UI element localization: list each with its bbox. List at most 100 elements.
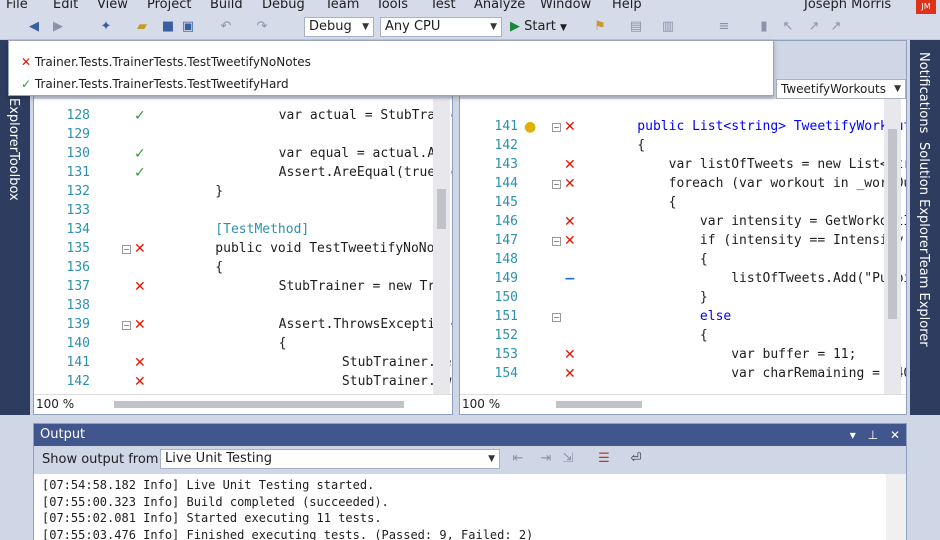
- failed-icon[interactable]: ✕: [564, 214, 576, 230]
- code-line[interactable]: 136 {: [34, 260, 452, 279]
- failed-icon[interactable]: ✕: [134, 241, 146, 257]
- hscroll-thumb[interactable]: [556, 401, 642, 408]
- code-line[interactable]: 153 ✕ var buffer = 11;: [460, 347, 906, 366]
- code-line[interactable]: 146 ✕ var intensity = GetWorkoutIn: [460, 214, 906, 233]
- next-bookmark-icon[interactable]: ↗: [806, 19, 822, 35]
- code-line[interactable]: 141 ✕ StubTrainer.Register: [34, 355, 452, 374]
- code-line[interactable]: 147 − ✕ if (intensity == Intensity.E: [460, 233, 906, 252]
- code-line[interactable]: 134 [TestMethod]: [34, 222, 452, 241]
- code-line[interactable]: 128 ✓ var actual = StubTrainer: [34, 108, 452, 127]
- code-line[interactable]: 129: [34, 127, 452, 146]
- collapse-icon[interactable]: −: [122, 321, 131, 330]
- failed-icon[interactable]: ✕: [564, 176, 576, 192]
- toolbox-tab[interactable]: Toolbox: [6, 152, 21, 201]
- code-line[interactable]: 132 }: [34, 184, 452, 203]
- code-line[interactable]: 137 ✕ StubTrainer = new Traine: [34, 279, 452, 298]
- save-icon[interactable]: ■: [160, 19, 176, 35]
- menu-project[interactable]: Project: [147, 0, 191, 12]
- editor-right-vscrollbar[interactable]: [884, 99, 901, 396]
- collapse-icon[interactable]: −: [552, 180, 561, 189]
- menu-test[interactable]: Test: [430, 0, 456, 12]
- code-line[interactable]: 130 ✓ var equal = actual.All(:: [34, 146, 452, 165]
- next-message-icon[interactable]: ⇥: [538, 451, 554, 467]
- clear-bookmark-icon[interactable]: ↗: [828, 19, 844, 35]
- failed-icon[interactable]: ✕: [564, 119, 576, 135]
- code-line[interactable]: 154 ✕ var charRemaining = 140: [460, 366, 906, 385]
- platform-combo[interactable]: Any CPU ▼: [380, 17, 502, 37]
- layout-icon[interactable]: ▤: [628, 19, 644, 35]
- menu-build[interactable]: Build: [210, 0, 243, 12]
- redo-icon[interactable]: ↷: [254, 19, 270, 35]
- prev-message-icon[interactable]: ⇤: [510, 451, 526, 467]
- menu-edit[interactable]: Edit: [53, 0, 78, 12]
- word-wrap-icon[interactable]: ⏎: [628, 451, 644, 467]
- code-line[interactable]: 151 − else: [460, 309, 906, 328]
- bookmark-icon[interactable]: ▮: [756, 19, 772, 35]
- find-message-icon[interactable]: ⇲: [560, 451, 576, 467]
- prev-bookmark-icon[interactable]: ↖: [780, 19, 796, 35]
- notifications-tab[interactable]: Notifications: [916, 52, 931, 133]
- account-name[interactable]: Joseph Morris: [804, 0, 891, 12]
- code-line[interactable]: 150 }: [460, 290, 906, 309]
- team-explorer-tab[interactable]: Team Explorer: [916, 254, 931, 347]
- collapse-icon[interactable]: −: [552, 123, 561, 132]
- test-result-item[interactable]: ✕ Trainer.Tests.TrainerTests.TestTweetif…: [21, 55, 311, 69]
- code-line[interactable]: 152 {: [460, 328, 906, 347]
- failed-icon[interactable]: ✕: [564, 366, 576, 382]
- code-line[interactable]: 139 − ✕ Assert.ThrowsException</: [34, 317, 452, 336]
- zoom-level[interactable]: 100 %: [462, 397, 500, 411]
- save-all-icon[interactable]: ▣: [180, 19, 196, 35]
- panel-icon[interactable]: ▥: [660, 19, 676, 35]
- code-line[interactable]: 149 − listOfTweets.Add("Pumpir: [460, 271, 906, 290]
- test-result-item[interactable]: ✓ Trainer.Tests.TrainerTests.TestTweetif…: [21, 77, 289, 91]
- pin-icon[interactable]: ⊥: [868, 428, 878, 442]
- output-text[interactable]: [07:54:58.182 Info] Live Unit Testing st…: [34, 474, 888, 540]
- avatar[interactable]: JM: [916, 0, 936, 14]
- not-covered-icon[interactable]: −: [564, 271, 576, 287]
- code-line[interactable]: 141 ● − ✕ public List<string> TweetifyWo…: [460, 119, 906, 138]
- forward-icon[interactable]: ▶: [50, 19, 66, 35]
- menu-debug[interactable]: Debug: [262, 0, 305, 12]
- code-line[interactable]: 143 ✕ var listOfTweets = new List<stri: [460, 157, 906, 176]
- collapse-icon[interactable]: −: [552, 237, 561, 246]
- menu-tools[interactable]: Tools: [376, 0, 408, 12]
- menu-help[interactable]: Help: [612, 0, 642, 12]
- scroll-thumb[interactable]: [437, 189, 446, 229]
- code-line[interactable]: 145 {: [460, 195, 906, 214]
- clear-all-icon[interactable]: ☰: [596, 451, 612, 467]
- editor-right[interactable]: TweetifyWorkouts ▼ 141 ● − ✕ public List…: [459, 40, 907, 415]
- back-icon[interactable]: ◀: [26, 19, 42, 35]
- failed-icon[interactable]: ✕: [134, 374, 146, 390]
- menu-analyze[interactable]: Analyze: [474, 0, 525, 12]
- close-icon[interactable]: ✕: [890, 428, 900, 442]
- failed-icon[interactable]: ✕: [134, 279, 146, 295]
- editor-left[interactable]: 128 ✓ var actual = StubTrainer 129 130 ✓…: [33, 40, 453, 415]
- scroll-thumb[interactable]: [888, 129, 897, 319]
- editor-left-vscrollbar[interactable]: [433, 99, 450, 396]
- menu-view[interactable]: View: [97, 0, 128, 12]
- collapse-icon[interactable]: −: [552, 313, 561, 322]
- explorer-tab[interactable]: Explorer: [6, 98, 21, 152]
- code-line[interactable]: 144 − ✕ foreach (var workout in _workOut: [460, 176, 906, 195]
- new-project-icon[interactable]: ✦: [98, 19, 114, 35]
- find-icon[interactable]: ⚑: [592, 19, 608, 35]
- code-line[interactable]: 148 {: [460, 252, 906, 271]
- undo-icon[interactable]: ↶: [218, 19, 234, 35]
- failed-icon[interactable]: ✕: [564, 157, 576, 173]
- code-line[interactable]: 142 ✕ StubTrainer.Tweetify: [34, 374, 452, 393]
- failed-icon[interactable]: ✕: [564, 233, 576, 249]
- collapse-icon[interactable]: −: [122, 245, 131, 254]
- menu-file[interactable]: File: [6, 0, 28, 12]
- code-line[interactable]: 142 {: [460, 138, 906, 157]
- code-line[interactable]: 135 − ✕ public void TestTweetifyNoNo: [34, 241, 452, 260]
- code-line[interactable]: 131 ✓ Assert.AreEqual(true, eq: [34, 165, 452, 184]
- config-combo[interactable]: Debug ▼: [304, 17, 374, 37]
- failed-icon[interactable]: ✕: [134, 355, 146, 371]
- member-nav-combo[interactable]: TweetifyWorkouts ▼: [776, 79, 906, 99]
- output-vscrollbar[interactable]: [886, 474, 906, 540]
- output-source-combo[interactable]: Live Unit Testing ▼: [160, 449, 500, 469]
- hscroll-thumb[interactable]: [114, 401, 404, 408]
- dropdown-icon[interactable]: ▾: [850, 428, 856, 442]
- failed-icon[interactable]: ✕: [134, 317, 146, 333]
- menu-team[interactable]: Team: [325, 0, 359, 12]
